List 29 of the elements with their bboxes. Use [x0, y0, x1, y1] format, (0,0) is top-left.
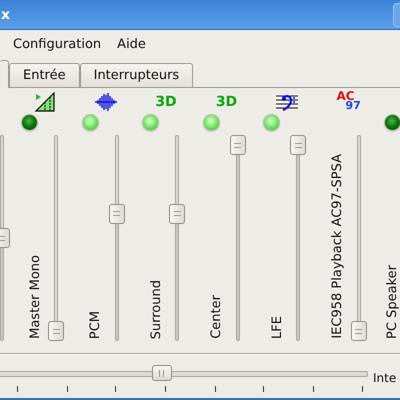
channel-label: IEC958 Playback AC97-SPSA [330, 154, 345, 339]
channel-label: Master Mono [28, 255, 42, 339]
3d-icon: 3D [216, 95, 238, 109]
slider-thumb[interactable] [108, 204, 124, 224]
channel-label: LFE [270, 316, 284, 339]
window-title: x [1, 6, 10, 22]
slider-thumb[interactable] [48, 321, 64, 341]
channel-label: Surround [148, 280, 164, 339]
ac97-icon: AC 97 [334, 91, 360, 113]
channel-label: PCM [88, 310, 103, 339]
menu-item[interactable]: Configuration [13, 34, 102, 54]
tab[interactable] [0, 60, 9, 88]
slider-thumb[interactable] [350, 321, 366, 341]
channel-label: Center [209, 295, 224, 339]
slider-thumb[interactable] [169, 204, 185, 224]
menu-item[interactable]: Aide [117, 34, 146, 54]
slider-thumb[interactable] [152, 365, 172, 381]
slider-thumb[interactable] [230, 135, 246, 155]
tab[interactable]: Entrée [9, 63, 80, 87]
status-led[interactable] [385, 114, 400, 130]
tab[interactable]: Interrupteurs [80, 63, 194, 87]
bass-clef-icon [276, 93, 298, 111]
volume-ramp-icon [35, 92, 55, 112]
status-led[interactable] [22, 114, 37, 130]
waveform-icon [94, 93, 116, 111]
slider-label: Inte [373, 371, 396, 385]
channel-label: PC Speaker [384, 265, 400, 339]
slider-thumb[interactable] [290, 135, 306, 155]
3d-icon: 3D [155, 95, 177, 109]
